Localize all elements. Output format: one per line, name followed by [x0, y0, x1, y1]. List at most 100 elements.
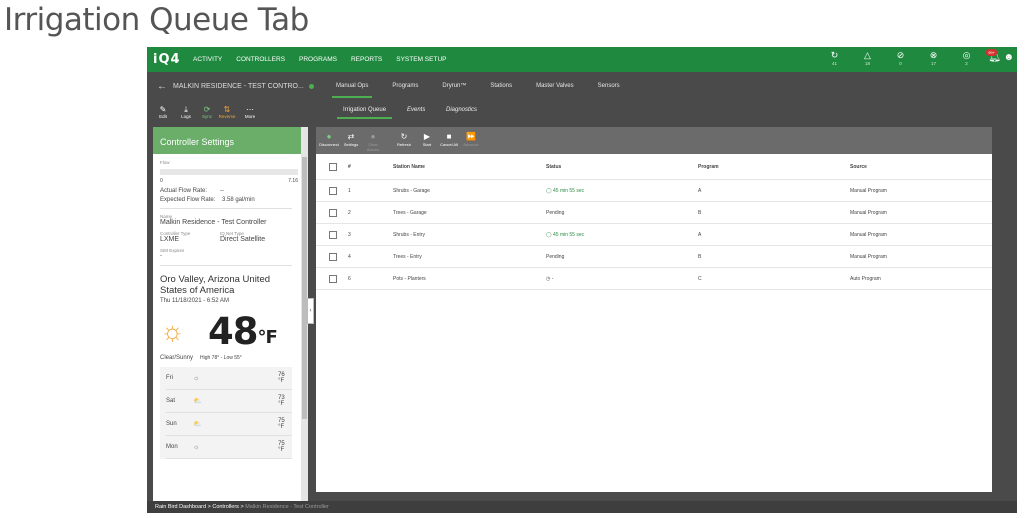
- tab-manual-ops[interactable]: Manual Ops: [331, 80, 373, 98]
- station-name: Shrubs - Entry: [393, 231, 425, 238]
- header-source[interactable]: Source: [850, 164, 970, 170]
- flow-max: 7.16: [288, 178, 298, 184]
- station-name: Pots - Planters: [393, 275, 426, 282]
- settings-button[interactable]: ⇄ Settings: [340, 132, 362, 147]
- cancel-all-label: Cancel All: [440, 142, 458, 147]
- station-number: 1: [348, 187, 351, 194]
- cancel-all-icon: ■: [446, 132, 452, 141]
- sync-button[interactable]: ⟳ Sync: [196, 105, 218, 119]
- start-button[interactable]: ▶ Start: [416, 132, 438, 147]
- nav-system-setup[interactable]: SYSTEM SETUP: [396, 56, 446, 63]
- sync-icon: ⟳: [203, 105, 211, 114]
- sync-label: Sync: [201, 114, 212, 119]
- station-status: -: [551, 275, 554, 282]
- sun-icon: ☼: [160, 316, 185, 346]
- flow-label: Flow: [160, 160, 170, 165]
- clear-alarms-button[interactable]: ● Clear Alarms: [362, 132, 384, 152]
- disconnect-label: Disconnect: [319, 142, 339, 147]
- controller-name: MALKIN RESIDENCE - TEST CONTRO...: [173, 82, 304, 90]
- sun-icon: ☼: [193, 374, 200, 382]
- user-icon[interactable]: ☻: [1003, 52, 1014, 63]
- subtab-irrigation-queue[interactable]: Irrigation Queue: [336, 107, 393, 119]
- table-row[interactable]: 2 Trees - Garage Pending B Manual Progra…: [316, 202, 992, 224]
- clear-alarms-label: Clear Alarms: [366, 142, 380, 152]
- advance-button[interactable]: ⏩ Advance: [460, 132, 482, 147]
- row-checkbox[interactable]: [329, 252, 337, 261]
- header-station-name[interactable]: Station Name: [393, 164, 546, 170]
- nav-reports[interactable]: REPORTS: [351, 56, 382, 63]
- current-temperature: 48: [208, 310, 258, 353]
- iq4-logo[interactable]: iQ4: [153, 52, 193, 67]
- tab-master-valves[interactable]: Master Valves: [536, 80, 574, 92]
- table-row[interactable]: 6 Pots - Planters ◷ - C Auto Program: [316, 268, 992, 290]
- station-number: 2: [348, 209, 351, 216]
- controller-settings-title: Controller Settings: [153, 127, 307, 154]
- status-errors[interactable]: ⊗ 17: [917, 50, 950, 66]
- forecast-temp: 73 °F: [278, 395, 285, 407]
- select-all-checkbox[interactable]: [329, 162, 337, 171]
- status-alerts[interactable]: △ 18: [851, 50, 884, 66]
- station-program: A: [698, 231, 702, 238]
- station-status: Pending: [546, 253, 565, 260]
- header-program[interactable]: Program: [698, 164, 850, 170]
- scrollbar-thumb[interactable]: [302, 157, 307, 419]
- breadcrumb-dashboard[interactable]: Rain Bird Dashboard: [155, 504, 206, 510]
- tab-programs[interactable]: Programs: [392, 80, 418, 92]
- more-button[interactable]: ⋯ More: [239, 105, 261, 119]
- advance-icon: ⏩: [466, 132, 476, 141]
- collapse-panel-button[interactable]: ‹: [307, 298, 314, 324]
- status-sync[interactable]: ↻ 41: [818, 50, 851, 66]
- tab-dryrun[interactable]: Dryrun™: [442, 80, 466, 92]
- water-drop-icon: ◯: [546, 231, 553, 238]
- header-status[interactable]: Status: [546, 164, 698, 170]
- disconnect-button[interactable]: ● Disconnect: [318, 132, 340, 147]
- station-name: Shrubs - Garage: [393, 187, 430, 194]
- refresh-label: Refresh: [396, 142, 411, 147]
- logs-button[interactable]: ⤓ Logs: [175, 105, 197, 119]
- start-icon: ▶: [423, 132, 431, 141]
- sync-count: 41: [831, 61, 837, 66]
- weather-datetime: Thu 11/18/2021 - 6:52 AM: [160, 298, 229, 304]
- start-label: Start: [422, 142, 432, 147]
- cancel-all-button[interactable]: ■ Cancel All: [438, 132, 460, 147]
- subtab-diagnostics[interactable]: Diagnostics: [446, 107, 477, 113]
- station-number: 6: [348, 275, 351, 282]
- more-icon: ⋯: [246, 105, 254, 114]
- forecast-temp: 75 °F: [278, 441, 285, 453]
- expected-flow-value: 3.58 gal/min: [222, 197, 255, 203]
- flow-min: 0: [160, 178, 163, 184]
- row-checkbox[interactable]: [329, 208, 337, 217]
- station-name: Trees - Garage: [393, 209, 427, 216]
- advance-label: Advance: [463, 142, 479, 147]
- reverse-button[interactable]: ⇅ Reverse: [216, 105, 238, 119]
- tab-stations[interactable]: Stations: [490, 80, 512, 92]
- row-checkbox[interactable]: [329, 186, 337, 195]
- station-program: B: [698, 253, 702, 260]
- tab-sensors[interactable]: Sensors: [598, 80, 620, 92]
- globe-icon: ◎: [962, 50, 971, 60]
- nav-activity[interactable]: ACTIVITY: [193, 56, 222, 63]
- irrigation-queue-panel: ● Disconnect ⇄ Settings ● Clear Alarms ↻…: [316, 127, 992, 492]
- subtab-events[interactable]: Events: [407, 107, 425, 113]
- station-source: Manual Program: [850, 209, 887, 216]
- table-row[interactable]: 4 Trees - Entry Pending B Manual Program: [316, 246, 992, 268]
- breadcrumb-controllers[interactable]: Controllers: [212, 504, 239, 510]
- edit-button[interactable]: ✎ Edit: [152, 105, 174, 119]
- reverse-icon: ⇅: [223, 105, 231, 114]
- clear-alarms-icon: ●: [370, 132, 376, 141]
- forecast-row: Sun ⛅ 75 °F: [166, 413, 292, 436]
- row-checkbox[interactable]: [329, 274, 337, 283]
- table-row[interactable]: 1 Shrubs - Garage ◯ 45 min 55 sec A Manu…: [316, 180, 992, 202]
- back-arrow-icon[interactable]: ←: [157, 81, 167, 92]
- refresh-button[interactable]: ↻ Refresh: [393, 132, 415, 147]
- notification-badge: 99+: [986, 49, 997, 56]
- row-checkbox[interactable]: [329, 230, 337, 239]
- water-drop-icon: ◯: [546, 187, 553, 194]
- table-row[interactable]: 3 Shrubs - Entry ◯ 45 min 55 sec A Manua…: [316, 224, 992, 246]
- nav-programs[interactable]: PROGRAMS: [299, 56, 337, 63]
- status-globe[interactable]: ◎ 2: [950, 50, 983, 66]
- status-no-entry[interactable]: ⊘ 0: [884, 50, 917, 66]
- online-status-icon: [309, 83, 314, 89]
- nav-controllers[interactable]: CONTROLLERS: [236, 56, 285, 63]
- globe-count: 2: [965, 61, 968, 66]
